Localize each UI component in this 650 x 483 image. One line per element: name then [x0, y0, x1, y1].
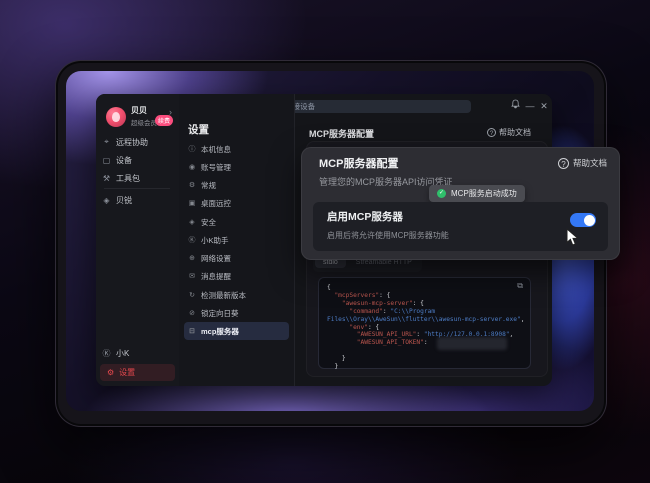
code-line: Files\\Oray\\AweSun\\flutter\\awesun-mcp… — [327, 316, 522, 324]
chevron-right-icon[interactable]: › — [169, 107, 172, 117]
nav-item-label: 检测最新版本 — [201, 290, 246, 301]
nav-item-label: 账号管理 — [201, 162, 231, 173]
lock-icon: ⊘ — [188, 309, 196, 317]
minimize-button[interactable]: — — [523, 99, 537, 113]
message-icon: ✉ — [188, 272, 196, 280]
cursor-arrow-icon — [566, 228, 579, 246]
mcp-config-code-block: { "mcpServers": { "awesun-mcp-server": {… — [318, 277, 531, 369]
nav-item-notifications[interactable]: ✉ 消息提醒 — [184, 267, 289, 285]
gear-icon: ⚙ — [188, 181, 196, 189]
enable-mcp-desc: 启用后将允许使用MCP服务器功能 — [327, 230, 449, 241]
nav-item-account[interactable]: ◉ 账号管理 — [184, 158, 289, 176]
account-icon: ◉ — [188, 163, 196, 171]
sidebar-item-brand[interactable]: ◈ 贝锐 — [102, 191, 174, 209]
popup-help-label: 帮助文档 — [573, 157, 607, 169]
close-button[interactable]: ✕ — [537, 99, 551, 113]
page-title: MCP服务器配置 — [309, 127, 374, 140]
remote-assist-icon: ⌖ — [102, 137, 111, 147]
user-name: 贝贝 — [131, 105, 147, 116]
sidebar-item-label: 工具包 — [116, 173, 140, 184]
nav-item-remote-desktop[interactable]: ▣ 桌面远控 — [184, 194, 289, 212]
sidebar-item-label: 设置 — [119, 367, 135, 378]
server-icon: ⊟ — [188, 327, 196, 335]
settings-nav-header: 设置 — [188, 122, 209, 137]
nav-item-check-update[interactable]: ↻ 检测最新版本 — [184, 286, 289, 304]
nav-item-security[interactable]: ◈ 安全 — [184, 213, 289, 231]
sidebar-item-devices[interactable]: ▢ 设备 — [102, 151, 174, 169]
toggle-knob — [584, 215, 595, 226]
help-doc-label: 帮助文档 — [499, 127, 531, 138]
nav-item-lock-app[interactable]: ⊘ 锁定向日葵 — [184, 304, 289, 322]
help-icon: ? — [487, 128, 496, 137]
redacted-token — [437, 337, 507, 350]
sidebar-item-label: 远程协助 — [116, 137, 148, 148]
assistant-icon: Ⓚ — [102, 348, 111, 359]
copy-icon[interactable]: ⧉ — [517, 282, 523, 290]
sidebar-item-settings[interactable]: ⚙ 设置 — [100, 364, 175, 381]
network-icon: ⊕ — [188, 254, 196, 262]
gear-icon: ⚙ — [107, 368, 114, 377]
nav-item-device-info[interactable]: ⓘ 本机信息 — [184, 140, 289, 158]
code-line: "command": "C:\\Program — [327, 308, 522, 316]
devices-icon: ▢ — [102, 156, 111, 165]
nav-item-label: 本机信息 — [201, 144, 231, 155]
nav-item-general[interactable]: ⚙ 常规 — [184, 176, 289, 194]
nav-item-label: 常规 — [201, 180, 216, 191]
popup-help-doc-link[interactable]: ? 帮助文档 — [558, 157, 607, 169]
desktop-background: 搜索/连接设备 — ✕ 贝贝 超级会员 续费 › ⌖ 远程协助 — [0, 0, 650, 483]
nav-item-label: 消息提醒 — [201, 271, 231, 282]
code-line: { — [327, 284, 522, 292]
code-line: } — [327, 363, 522, 371]
nav-item-label: 小K助手 — [201, 235, 229, 246]
code-line: "mcpServers": { — [327, 292, 522, 300]
nav-item-label: 锁定向日葵 — [201, 308, 239, 319]
code-line: "env": { — [327, 324, 522, 332]
sidebar-divider — [104, 188, 170, 189]
update-icon: ↻ — [188, 291, 196, 299]
help-doc-link[interactable]: ? 帮助文档 — [487, 127, 531, 138]
enable-mcp-title: 启用MCP服务器 — [327, 209, 403, 224]
nav-item-label: 桌面远控 — [201, 198, 231, 209]
user-level: 超级会员 — [131, 117, 157, 127]
bell-icon[interactable] — [508, 99, 522, 113]
nav-item-label: 网络设置 — [201, 253, 231, 264]
enable-mcp-panel: 启用MCP服务器 启用后将允许使用MCP服务器功能 — [313, 202, 608, 251]
code-lines: { "mcpServers": { "awesun-mcp-server": {… — [327, 284, 522, 371]
assistant-icon: Ⓚ — [188, 235, 196, 245]
monitor-icon: ▣ — [188, 199, 196, 207]
nav-item-network[interactable]: ⊕ 网络设置 — [184, 249, 289, 267]
toolbox-icon: ⚒ — [102, 174, 111, 183]
nav-item-assistant[interactable]: Ⓚ 小K助手 — [184, 231, 289, 249]
nav-item-label: mcp服务器 — [201, 326, 239, 337]
code-line: "awesun-mcp-server": { — [327, 300, 522, 308]
nav-item-mcp-server[interactable]: ⊟ mcp服务器 — [184, 322, 289, 340]
sidebar-item-label: 设备 — [116, 155, 132, 166]
enable-mcp-toggle[interactable] — [570, 213, 596, 227]
brand-icon: ◈ — [102, 196, 111, 205]
sidebar-item-label: 贝锐 — [116, 195, 132, 206]
check-icon: ✓ — [437, 189, 446, 198]
popup-title: MCP服务器配置 — [319, 155, 398, 171]
toast-text: MCP服务启动成功 — [451, 188, 517, 199]
info-icon: ⓘ — [188, 144, 196, 154]
sidebar-item-xiaok[interactable]: Ⓚ 小K — [102, 344, 174, 362]
settings-nav: 设置 ⓘ 本机信息 ◉ 账号管理 ⚙ 常规 ▣ 桌面远控 ◈ 安全 Ⓚ 小K助手 ⊕ 网络设置… — [179, 94, 295, 386]
bell-icon-svg — [511, 99, 520, 109]
success-toast: ✓ MCP服务启动成功 — [429, 185, 525, 202]
sidebar: 贝贝 超级会员 续费 › ⌖ 远程协助 ▢ 设备 ⚒ 工具包 — [96, 94, 180, 386]
help-icon: ? — [558, 158, 569, 169]
shield-icon: ◈ — [188, 218, 196, 226]
nav-item-label: 安全 — [201, 217, 216, 228]
code-line: } — [327, 355, 522, 363]
avatar[interactable] — [106, 107, 126, 127]
sidebar-item-remote-assist[interactable]: ⌖ 远程协助 — [102, 133, 174, 151]
mouse-cursor — [566, 228, 579, 251]
sidebar-item-label: 小K — [116, 348, 129, 359]
sidebar-item-toolbox[interactable]: ⚒ 工具包 — [102, 169, 174, 187]
